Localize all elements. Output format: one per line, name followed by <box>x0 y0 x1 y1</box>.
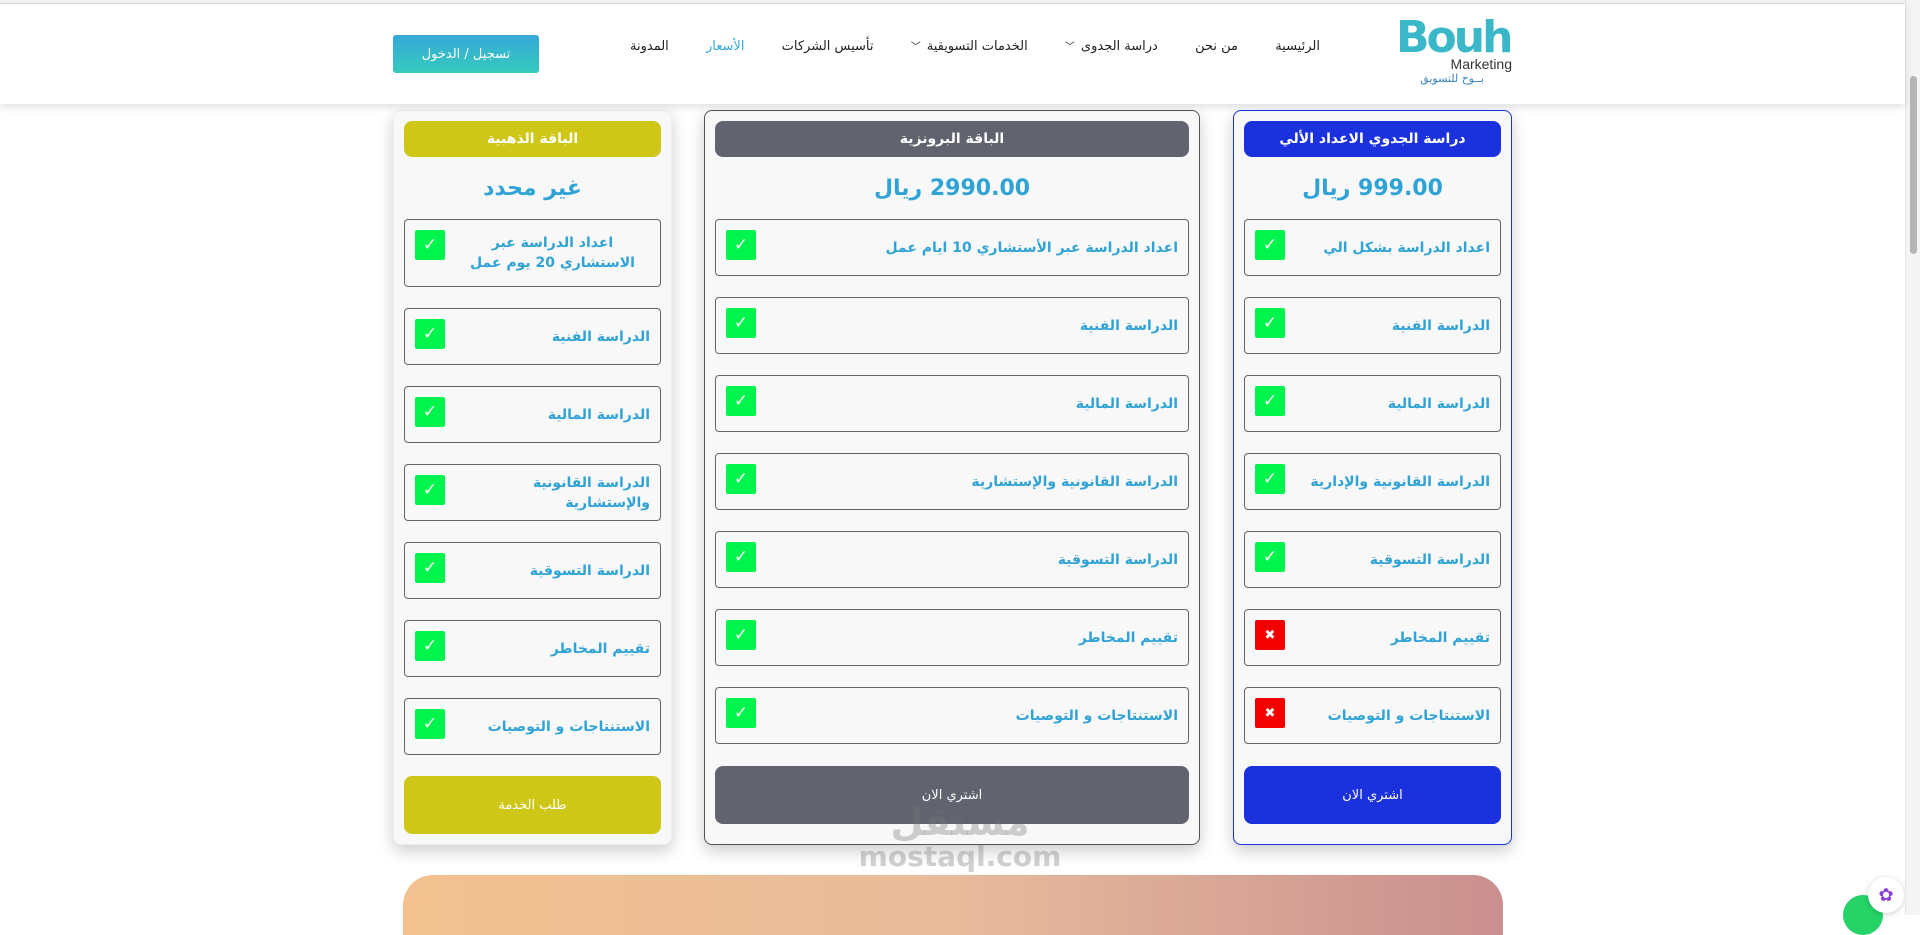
check-icon: ✓ <box>726 464 756 494</box>
plan-card-bronze: الباقة البرونزية 2990.00 ريال ✓ اعداد ال… <box>704 110 1200 845</box>
feature-label: اعداد الدراسة عبر الاستشاري 20 يوم عمل <box>470 235 635 271</box>
main-nav: الرئيسية من نحن ﹀ دراسة الجدوى ﹀ الخدمات التس… <box>630 38 1320 55</box>
check-icon: ✓ <box>415 475 445 505</box>
feature-label: الدراسة الفنية <box>1079 317 1178 334</box>
feature-row: ✓ الدراسة التسوقية <box>404 542 661 599</box>
check-icon: ✓ <box>1255 230 1285 260</box>
plan-title: الباقة الذهبية <box>404 121 661 157</box>
feature-row: ✓ تقييم المخاطر <box>404 620 661 677</box>
check-icon: ✓ <box>1255 464 1285 494</box>
site-header: Bouh Marketing بــوح للتسويق الرئيسية من … <box>0 4 1905 104</box>
feature-label: تقييم المخاطر <box>550 640 650 657</box>
feature-row: ✓ الدراسة المالية <box>404 386 661 443</box>
nav-item[interactable]: الرئيسية <box>1275 39 1320 54</box>
feature-label: الدراسة الفنية <box>1391 317 1490 334</box>
feature-row: ✓ الدراسة المالية <box>1244 375 1501 432</box>
nav-item[interactable]: المدونة <box>630 39 669 54</box>
close-icon: ✖ <box>1255 698 1285 728</box>
feature-row: ✓ تقييم المخاطر <box>715 609 1189 666</box>
feature-row: ✓ الدراسة الفنية <box>1244 297 1501 354</box>
check-icon: ✓ <box>415 319 445 349</box>
check-icon: ✓ <box>726 698 756 728</box>
feature-row: ✓ الدراسة الفنية <box>404 308 661 365</box>
feature-label: اعداد الدراسة بشكل الي <box>1323 239 1490 256</box>
feature-row: ✓ الدراسة التسوقية <box>715 531 1189 588</box>
scrollbar[interactable] <box>1905 0 1920 915</box>
feature-label: الدراسة القانونية والإستشارية <box>532 474 650 511</box>
feature-row: ✖ الاستنتاجات و التوصيات <box>1244 687 1501 744</box>
logo-subtitle: Marketing <box>1450 56 1512 72</box>
check-icon: ✓ <box>415 553 445 583</box>
feature-label: الدراسة القانونية والإستشارية <box>971 473 1178 490</box>
plan-card-auto: دراسة الجدوي الاعداد الألي 999.00 ريال ✓… <box>1233 110 1512 845</box>
plan-title: دراسة الجدوي الاعداد الألي <box>1244 121 1501 157</box>
feature-label: الدراسة الفنية <box>551 328 650 345</box>
feature-label: الدراسة التسوقية <box>529 562 650 579</box>
nav-item[interactable]: من نحن <box>1195 39 1238 54</box>
plan-action-button[interactable]: طلب الخدمة <box>404 776 661 834</box>
nav-item[interactable]: ﹀ دراسة الجدوى <box>1065 38 1158 54</box>
plan-title: الباقة البرونزية <box>715 121 1189 157</box>
check-icon: ✓ <box>1255 386 1285 416</box>
feature-label: الدراسة المالية <box>1387 395 1490 412</box>
login-button[interactable]: تسجيل / الدخول <box>393 35 539 73</box>
check-icon: ✓ <box>1255 542 1285 572</box>
plan-action-button[interactable]: اشتري الان <box>715 766 1189 824</box>
feature-row: ✖ تقييم المخاطر <box>1244 609 1501 666</box>
check-icon: ✓ <box>726 308 756 338</box>
feature-label: اعداد الدراسة عبر الأستشاري 10 ايام عمل <box>885 239 1178 256</box>
logo[interactable]: Bouh Marketing بــوح للتسويق <box>1396 12 1514 88</box>
feature-label: تقييم المخاطر <box>1078 629 1178 646</box>
check-icon: ✓ <box>415 631 445 661</box>
plan-price: غير محدد <box>483 175 582 201</box>
feature-row: ✓ اعداد الدراسة بشكل الي <box>1244 219 1501 276</box>
check-icon: ✓ <box>415 230 445 260</box>
feature-label: الدراسة القانونية والإدارية <box>1310 473 1490 490</box>
check-icon: ✓ <box>726 620 756 650</box>
feature-label: الدراسة التسوقية <box>1369 551 1490 568</box>
check-icon: ✓ <box>726 386 756 416</box>
close-icon: ✖ <box>1255 620 1285 650</box>
plan-price: 999.00 ريال <box>1302 175 1443 201</box>
plan-card-gold: الباقة الذهبية غير محدد ✓ اعداد الدراسة … <box>393 110 672 845</box>
feature-row: ✓ الدراسة المالية <box>715 375 1189 432</box>
bottom-banner <box>403 875 1503 935</box>
feature-label: تقييم المخاطر <box>1390 629 1490 646</box>
plan-price: 2990.00 ريال <box>873 175 1031 201</box>
feature-label: الدراسة المالية <box>1075 395 1178 412</box>
check-icon: ✓ <box>1255 308 1285 338</box>
logo-arabic: بــوح للتسويق <box>1420 72 1484 85</box>
chat-widget-icon[interactable]: ✿ <box>1868 877 1904 913</box>
chevron-down-icon: ﹀ <box>910 42 921 53</box>
check-icon: ✓ <box>415 709 445 739</box>
nav-item[interactable]: تأسيس الشركات <box>782 39 874 54</box>
check-icon: ✓ <box>726 230 756 260</box>
feature-row: ✓ الاستنتاجات و التوصيات <box>715 687 1189 744</box>
feature-row: ✓ الاستنتاجات و التوصيات <box>404 698 661 755</box>
nav-item[interactable]: ﹀ الخدمات التسويقية <box>911 38 1028 54</box>
check-icon: ✓ <box>415 397 445 427</box>
feature-row: ✓ الدراسة القانونية والإستشارية <box>404 464 661 521</box>
nav-item[interactable]: الأسعار <box>706 39 744 54</box>
plan-action-button[interactable]: اشتري الان <box>1244 766 1501 824</box>
chevron-down-icon: ﹀ <box>1064 42 1075 53</box>
feature-row: ✓ الدراسة القانونية والإدارية <box>1244 453 1501 510</box>
feature-label: الدراسة المالية <box>547 406 650 423</box>
check-icon: ✓ <box>726 542 756 572</box>
feature-label: الاستنتاجات و التوصيات <box>1015 707 1178 724</box>
scrollbar-thumb[interactable] <box>1910 76 1917 254</box>
feature-row: ✓ اعداد الدراسة عبر الاستشاري 20 يوم عمل <box>404 219 661 287</box>
feature-label: الاستنتاجات و التوصيات <box>487 718 650 735</box>
feature-row: ✓ اعداد الدراسة عبر الأستشاري 10 ايام عم… <box>715 219 1189 276</box>
feature-label: الدراسة التسوقية <box>1057 551 1178 568</box>
feature-label: الاستنتاجات و التوصيات <box>1327 707 1490 724</box>
feature-row: ✓ الدراسة الفنية <box>715 297 1189 354</box>
feature-row: ✓ الدراسة التسوقية <box>1244 531 1501 588</box>
feature-row: ✓ الدراسة القانونية والإستشارية <box>715 453 1189 510</box>
